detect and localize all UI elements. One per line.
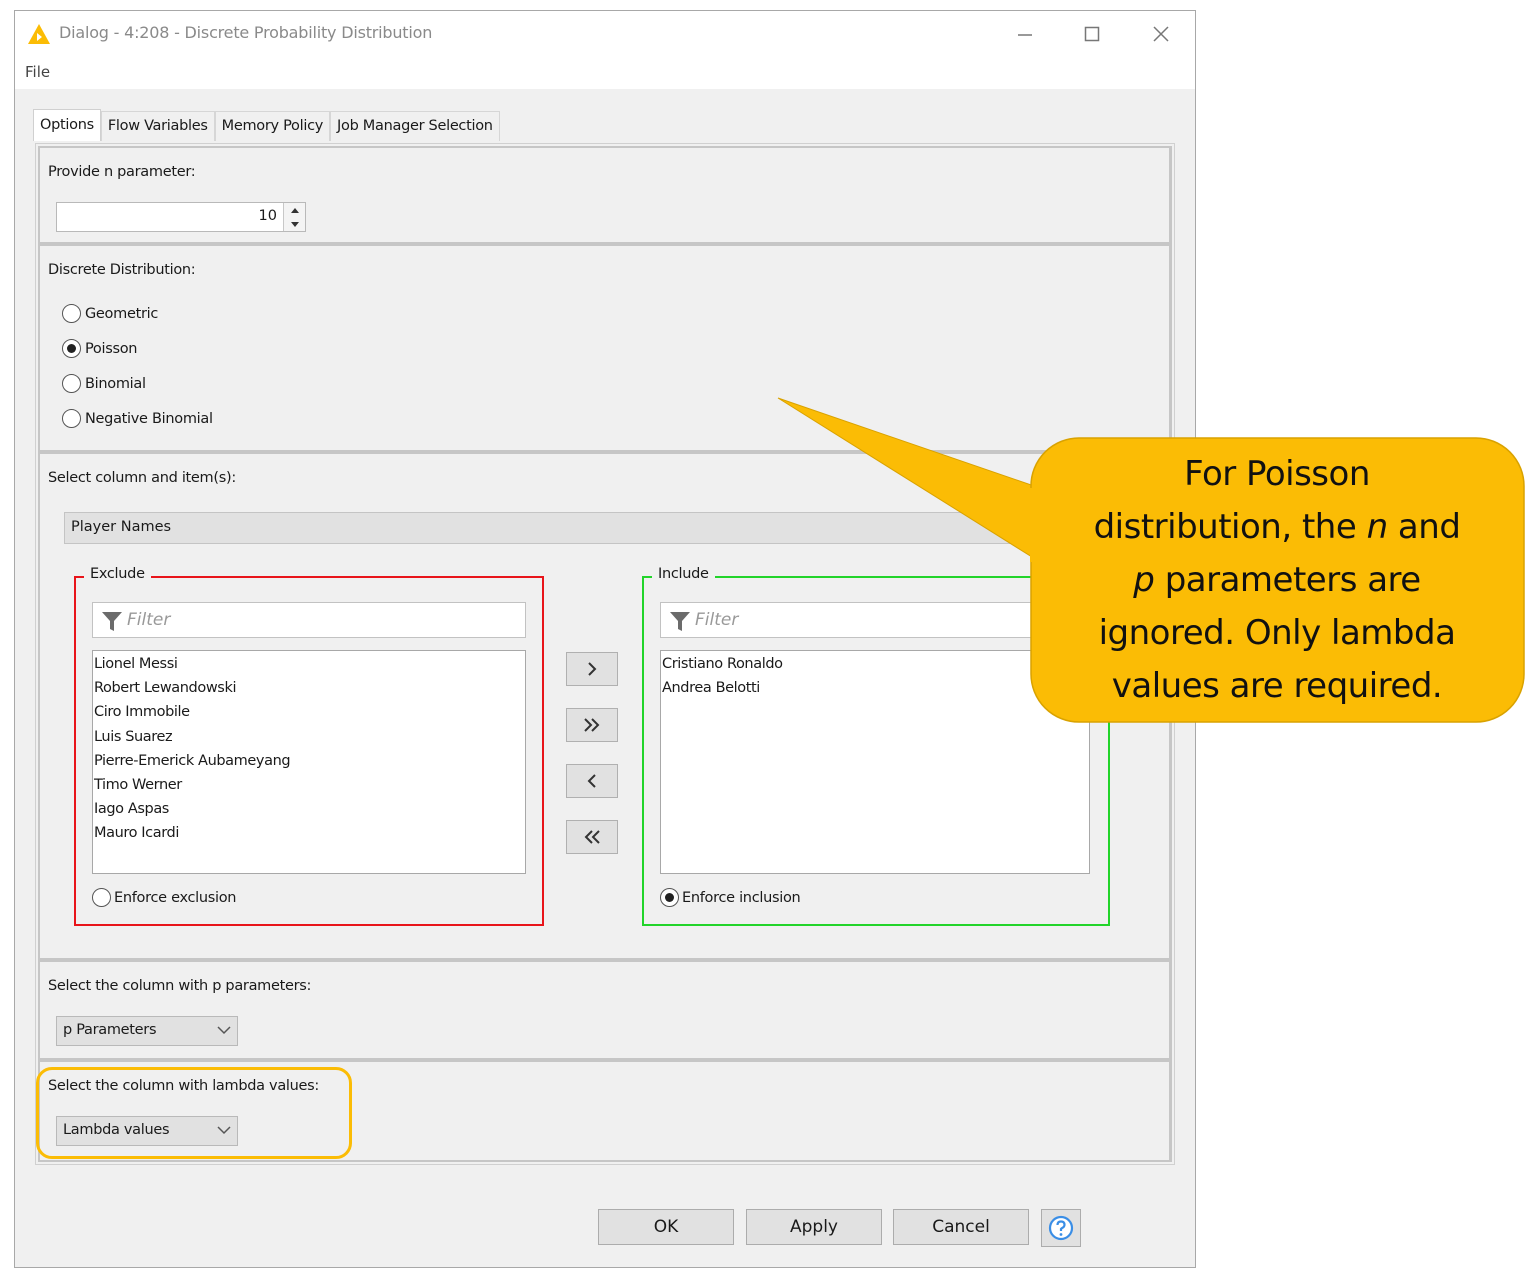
callout-italic-n: n [1366, 507, 1389, 547]
callout-text-part: parameters are [1154, 560, 1422, 600]
callout-text-part: distribution, the [1093, 507, 1367, 547]
callout-line: p parameters are [1034, 554, 1520, 607]
callout-text-part: and [1387, 507, 1461, 547]
callout-text: For Poisson distribution, the n and p pa… [1034, 448, 1520, 713]
callout-italic-p: p [1133, 560, 1155, 600]
callout-line: For Poisson [1184, 454, 1370, 494]
callout-line: values are required. [1111, 666, 1443, 706]
callout-line: ignored. Only lambda [1098, 613, 1456, 653]
callout-line: distribution, the n and [1034, 501, 1520, 554]
